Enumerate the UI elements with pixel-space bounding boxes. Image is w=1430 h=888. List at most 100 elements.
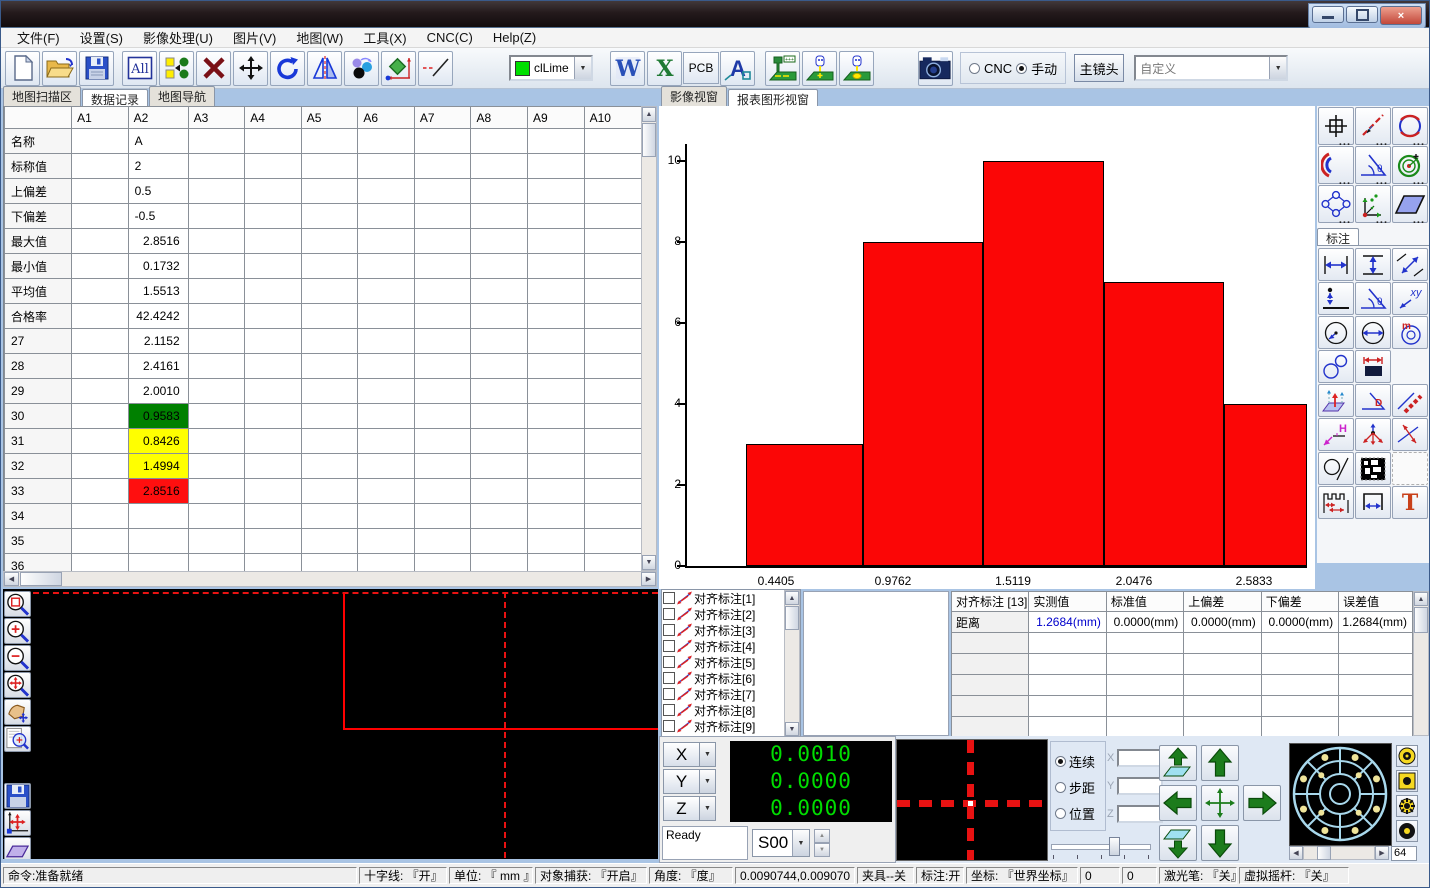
cell[interactable]	[358, 479, 415, 504]
results-vscrollbar[interactable]: ▲	[1413, 591, 1429, 736]
cell[interactable]	[471, 404, 528, 429]
speed-spinner[interactable]: ▲ ▼	[814, 829, 830, 857]
axis-button-Y[interactable]: Y	[663, 769, 700, 794]
joystick-speed-value[interactable]: 64	[1391, 846, 1417, 861]
y-minus-button[interactable]	[1201, 825, 1239, 861]
arc-button[interactable]	[1318, 146, 1354, 184]
corner-cell[interactable]	[5, 107, 72, 129]
cell[interactable]	[414, 154, 471, 179]
cell[interactable]	[528, 204, 585, 229]
checkbox[interactable]	[663, 608, 675, 620]
plane-button[interactable]	[1392, 185, 1428, 223]
virtual-joystick[interactable]	[1289, 743, 1392, 846]
spin-up-icon[interactable]: ▲	[814, 829, 830, 843]
cell[interactable]	[471, 154, 528, 179]
maximize-button[interactable]	[1346, 6, 1378, 23]
row-header-35[interactable]: 35	[5, 529, 72, 554]
cell[interactable]	[245, 454, 302, 479]
row-header-最大值[interactable]: 最大值	[5, 229, 72, 254]
dim-circle-line-button[interactable]	[1318, 452, 1354, 485]
cell[interactable]	[72, 204, 129, 229]
cell[interactable]	[72, 429, 129, 454]
row-header-31[interactable]: 31	[5, 429, 72, 454]
cell[interactable]	[358, 254, 415, 279]
list-vscrollbar[interactable]: ▲ ▼	[784, 590, 800, 737]
select-all-button[interactable]: All	[122, 51, 157, 86]
mode-radio-步距[interactable]	[1055, 782, 1066, 793]
cell[interactable]	[245, 279, 302, 304]
cell[interactable]	[188, 429, 245, 454]
cell[interactable]	[584, 329, 641, 354]
cell[interactable]	[414, 279, 471, 304]
cell[interactable]	[584, 129, 641, 154]
lens-combo[interactable]: 自定义 ▼	[1134, 55, 1288, 81]
cell[interactable]	[358, 354, 415, 379]
dim-two-circles-button[interactable]	[1318, 350, 1354, 383]
dim-three-axis-button[interactable]	[1355, 418, 1391, 451]
cell[interactable]	[72, 229, 129, 254]
cell[interactable]	[414, 179, 471, 204]
list-item[interactable]: 对齐标注[7]	[662, 686, 800, 702]
cell[interactable]	[72, 379, 129, 404]
transfer-points-button[interactable]	[159, 51, 194, 86]
checkbox[interactable]	[663, 720, 675, 732]
col-header-A5[interactable]: A5	[301, 107, 358, 129]
scroll-left-icon[interactable]: ◀	[4, 572, 19, 586]
cell[interactable]	[414, 254, 471, 279]
list-item[interactable]: 对齐标注[4]	[662, 638, 800, 654]
pcb-probe-2-button[interactable]	[802, 51, 837, 86]
dim-xy-button[interactable]: xy	[1392, 282, 1428, 315]
row-header-最小值[interactable]: 最小值	[5, 254, 72, 279]
point-button[interactable]	[1318, 107, 1354, 145]
dim-horizontal-button[interactable]	[1318, 248, 1354, 281]
cell[interactable]	[414, 429, 471, 454]
cell-A2-标称值[interactable]: 2	[128, 154, 188, 179]
cell[interactable]	[301, 179, 358, 204]
mirror-button[interactable]	[307, 51, 342, 86]
checkbox[interactable]	[663, 688, 675, 700]
col-header-A8[interactable]: A8	[471, 107, 528, 129]
dim-parallel-button[interactable]	[1392, 384, 1428, 417]
cell[interactable]	[528, 504, 585, 529]
scroll-up-icon[interactable]: ▲	[642, 107, 656, 122]
cell[interactable]	[414, 129, 471, 154]
cell[interactable]	[414, 454, 471, 479]
cell[interactable]	[72, 254, 129, 279]
cell[interactable]	[528, 154, 585, 179]
cell[interactable]	[471, 129, 528, 154]
cell[interactable]	[245, 304, 302, 329]
zoom-pan-button[interactable]	[4, 672, 31, 698]
cell[interactable]	[245, 554, 302, 572]
delete-button[interactable]	[196, 51, 231, 86]
cell[interactable]	[471, 554, 528, 572]
list-item[interactable]: 对齐标注[5]	[662, 654, 800, 670]
rotate-button[interactable]	[270, 51, 305, 86]
speed-slider[interactable]	[1051, 836, 1151, 858]
menu-文件(F)[interactable]: 文件(F)	[7, 27, 70, 48]
dim-radius-button[interactable]	[1318, 316, 1354, 349]
cell[interactable]	[471, 379, 528, 404]
line-tool-button[interactable]	[418, 51, 453, 86]
cell[interactable]	[245, 404, 302, 429]
aux-ring-button[interactable]	[1396, 745, 1418, 767]
cell[interactable]	[72, 504, 129, 529]
move-button[interactable]	[233, 51, 268, 86]
cell[interactable]	[301, 529, 358, 554]
cell-A2-35[interactable]	[128, 529, 188, 554]
cell[interactable]	[245, 204, 302, 229]
cell[interactable]	[72, 479, 129, 504]
line-button[interactable]	[1355, 107, 1391, 145]
cell[interactable]	[188, 204, 245, 229]
cell[interactable]	[301, 329, 358, 354]
cell[interactable]	[471, 204, 528, 229]
cell-A2-31[interactable]: 0.8426	[128, 429, 188, 454]
x-plus-button[interactable]	[1243, 785, 1281, 821]
cell[interactable]	[188, 379, 245, 404]
dim-vertical-button[interactable]	[1355, 248, 1391, 281]
cell-A2-上偏差[interactable]: 0.5	[128, 179, 188, 204]
cell[interactable]	[584, 279, 641, 304]
menu-影像处理(U)[interactable]: 影像处理(U)	[133, 27, 223, 48]
merge-points-button[interactable]	[344, 51, 379, 86]
col-header-A1[interactable]: A1	[72, 107, 129, 129]
mode-radio-位置[interactable]	[1055, 808, 1066, 819]
